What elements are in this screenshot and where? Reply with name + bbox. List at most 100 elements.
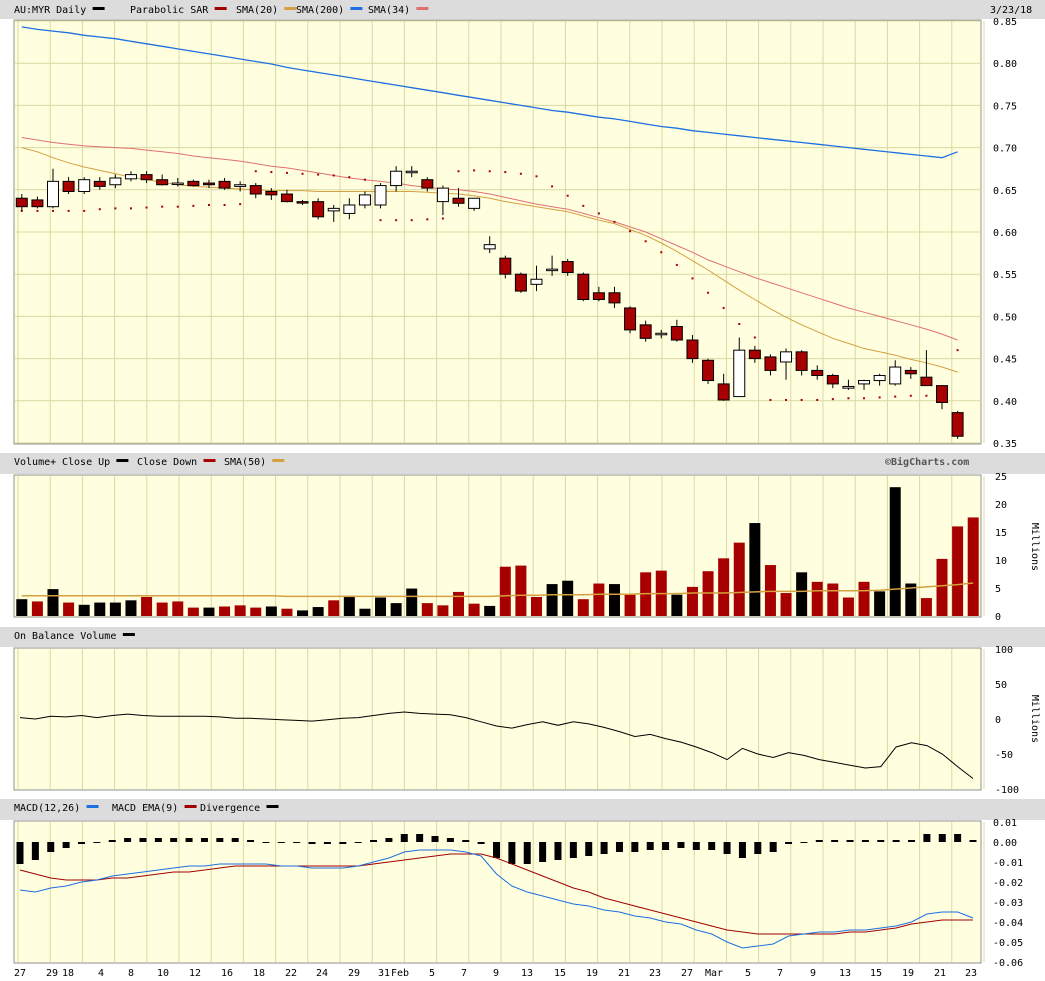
psar-dot bbox=[675, 263, 678, 266]
candle-down bbox=[421, 179, 434, 189]
psar-dot bbox=[363, 178, 366, 181]
price-axis-tick: 0.50 bbox=[993, 312, 1017, 323]
volume-axis-tick: 5 bbox=[995, 584, 1001, 595]
macd-divergence-bar bbox=[200, 838, 208, 842]
x-axis-tick: Mar bbox=[705, 968, 723, 979]
volume-bar-down bbox=[453, 591, 465, 616]
volume-bar-down bbox=[468, 603, 480, 616]
candle-down bbox=[951, 412, 964, 437]
symbol-legend-swatch bbox=[92, 7, 105, 10]
volume-bar-down bbox=[577, 599, 589, 616]
volume-bar-up bbox=[484, 605, 496, 616]
macd-divergence-bar bbox=[262, 842, 270, 843]
candle-down bbox=[312, 201, 325, 218]
volume-bar-down bbox=[967, 517, 979, 616]
sma34-legend-swatch bbox=[416, 7, 429, 10]
candle-down bbox=[608, 292, 621, 304]
volume-bar-down bbox=[515, 565, 527, 616]
volume-bar-down bbox=[328, 600, 340, 616]
volume-bar-down bbox=[593, 583, 605, 616]
x-axis-tick: 8 bbox=[128, 968, 134, 979]
psar-legend-swatch bbox=[214, 7, 227, 10]
macd-divergence-bar bbox=[339, 842, 347, 844]
chart-canvas: 0.85 0.80 0.75 0.70 0.65 0.60 0.55 0.50 0.45 0.40… bbox=[0, 0, 1045, 981]
volume-bar-up bbox=[546, 584, 558, 616]
macd-divergence-bar bbox=[77, 842, 85, 844]
psar-dot bbox=[239, 203, 242, 206]
candle-down bbox=[811, 369, 824, 376]
psar-dot bbox=[925, 394, 928, 397]
macd-divergence-bar bbox=[754, 842, 762, 854]
volume-bar-up bbox=[203, 607, 215, 616]
candle-up bbox=[171, 182, 184, 186]
psar-dot bbox=[504, 171, 507, 174]
psar-dot bbox=[192, 204, 195, 207]
x-axis-tick: 23 bbox=[649, 968, 661, 979]
candle-up bbox=[733, 349, 746, 398]
psar-dot bbox=[207, 203, 210, 206]
macd-div-legend-label: Divergence bbox=[200, 803, 260, 814]
x-axis-tick: 13 bbox=[839, 968, 851, 979]
macd-axis-tick: -0.05 bbox=[993, 938, 1023, 949]
psar-dot bbox=[800, 398, 803, 401]
macd-divergence-bar bbox=[831, 840, 839, 842]
volume-title: Volume+ bbox=[14, 457, 56, 468]
volume-bar-down bbox=[234, 605, 246, 616]
volume-bar-down bbox=[530, 596, 542, 616]
candle-up bbox=[780, 351, 793, 363]
volume-bar-down bbox=[952, 526, 964, 616]
psar-dot bbox=[379, 219, 382, 222]
macd-divergence-bar bbox=[139, 838, 147, 842]
volume-bar-down bbox=[858, 581, 870, 616]
chart-date: 3/23/18 bbox=[990, 5, 1032, 16]
volume-bar-up bbox=[562, 580, 574, 616]
candle-up bbox=[546, 268, 559, 272]
candle-up bbox=[873, 374, 886, 382]
macd-ema-legend-swatch bbox=[184, 805, 197, 808]
x-axis-tick: 23 bbox=[965, 968, 977, 979]
x-axis-tick: 29 bbox=[348, 968, 360, 979]
macd-divergence-bar bbox=[969, 840, 977, 842]
x-axis-tick: 19 bbox=[902, 968, 914, 979]
candle-down bbox=[592, 292, 605, 301]
volume-bar-up bbox=[375, 597, 387, 616]
price-axis-tick: 0.60 bbox=[993, 228, 1017, 239]
obv-axis-tick: 100 bbox=[995, 645, 1013, 656]
psar-dot bbox=[161, 205, 164, 208]
price-axis-tick: 0.75 bbox=[993, 101, 1017, 112]
volume-bar-down bbox=[421, 603, 433, 616]
candle-down bbox=[904, 369, 917, 375]
x-axis-tick: 10 bbox=[157, 968, 169, 979]
x-axis-tick: 27 bbox=[14, 968, 26, 979]
obv-header-bar bbox=[0, 627, 1045, 647]
volume-down-legend-label: Close Down bbox=[137, 457, 197, 468]
candle-down bbox=[577, 273, 590, 301]
volume-bar-up bbox=[796, 572, 808, 616]
macd-divergence-bar bbox=[523, 842, 531, 864]
volume-bar-down bbox=[780, 593, 792, 616]
price-axis-tick: 0.45 bbox=[993, 355, 1017, 366]
psar-dot bbox=[285, 171, 288, 174]
candle-down bbox=[936, 385, 949, 403]
macd-divergence-bar bbox=[308, 842, 316, 844]
volume-bar-up bbox=[671, 594, 683, 616]
candle-up bbox=[109, 177, 122, 186]
candle-up bbox=[483, 244, 496, 250]
x-axis-tick: 18 bbox=[62, 968, 74, 979]
macd-divergence-bar bbox=[231, 838, 239, 842]
psar-dot bbox=[254, 170, 257, 173]
psar-dot bbox=[863, 397, 866, 400]
macd-divergence-bar bbox=[708, 842, 716, 850]
sma34-legend-label: SMA(34) bbox=[368, 5, 410, 16]
volume-up-legend-swatch bbox=[116, 459, 129, 462]
candle-down bbox=[920, 376, 933, 387]
volume-bar-down bbox=[437, 605, 449, 616]
candle-down bbox=[265, 190, 278, 196]
psar-dot bbox=[597, 212, 600, 215]
candle-up bbox=[390, 170, 403, 187]
psar-dot bbox=[566, 194, 569, 197]
macd-divergence-bar bbox=[539, 842, 547, 862]
x-axis-tick: 21 bbox=[934, 968, 946, 979]
macd-axis-tick: 0.00 bbox=[993, 838, 1017, 849]
x-axis-tick: 16 bbox=[221, 968, 233, 979]
